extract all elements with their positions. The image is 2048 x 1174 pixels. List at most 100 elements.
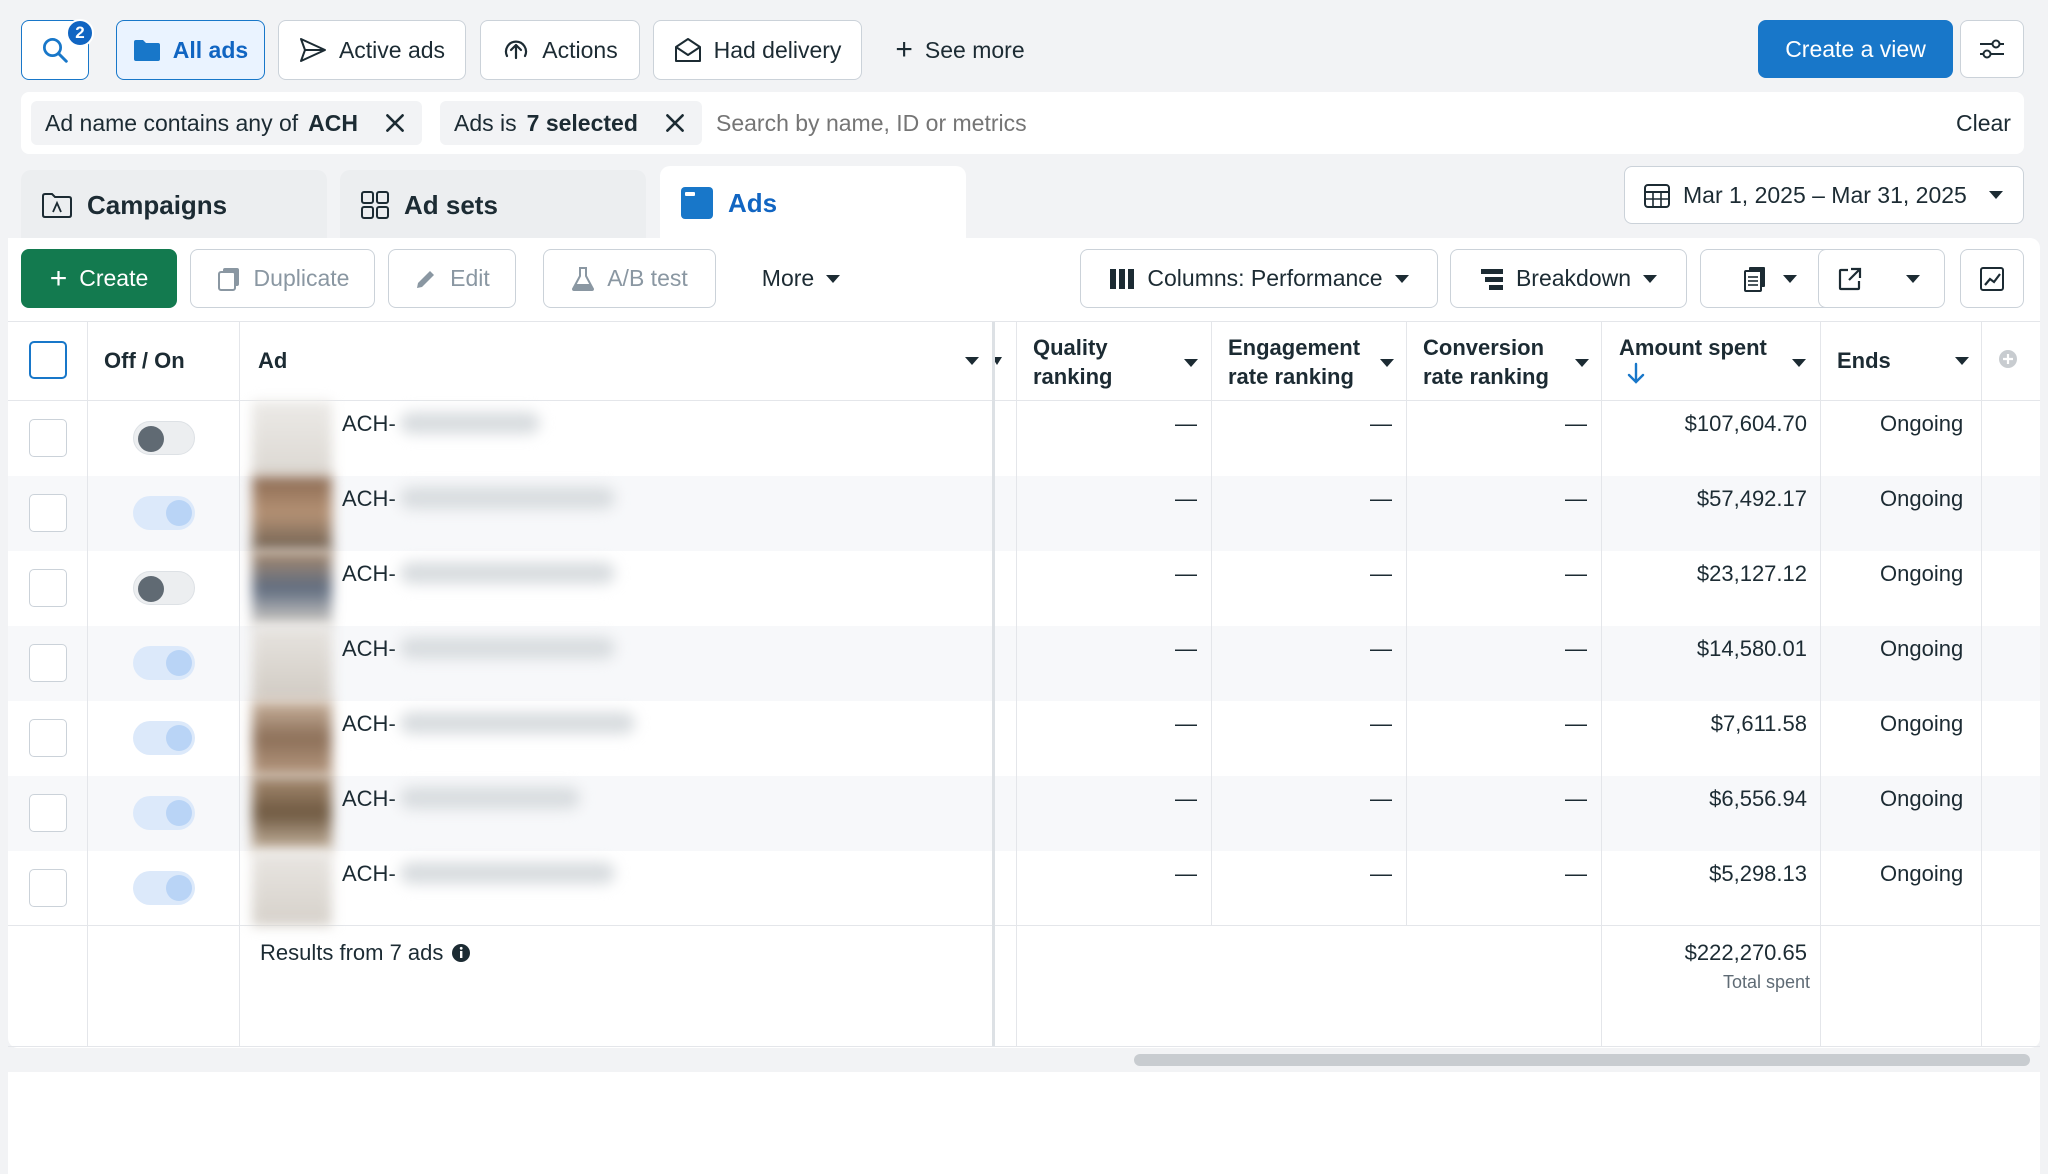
columns-dropdown[interactable]: Columns: Performance xyxy=(1080,249,1438,308)
conversion-ranking-value: — xyxy=(1565,636,1587,661)
edit-label: Edit xyxy=(450,265,490,291)
ad-status-toggle[interactable] xyxy=(133,721,195,755)
column-header-quality-ranking[interactable]: Quality ranking xyxy=(1033,333,1112,391)
ad-thumbnail xyxy=(252,401,332,476)
conversion-ranking-value: — xyxy=(1565,711,1587,736)
column-header-conversion-ranking[interactable]: Conversion rate ranking xyxy=(1423,333,1549,391)
ad-status-toggle[interactable] xyxy=(133,796,195,830)
ad-name[interactable]: ACH- xyxy=(342,411,396,437)
column-divider xyxy=(1406,322,1407,925)
ends-value: Ongoing xyxy=(1880,636,1964,661)
export-button[interactable] xyxy=(1818,249,1882,308)
quality-ranking-value: — xyxy=(1175,786,1197,811)
ad-name[interactable]: ACH- xyxy=(342,861,396,887)
column-divider xyxy=(1211,322,1212,925)
more-menu-button[interactable]: More xyxy=(738,249,864,308)
row-checkbox[interactable] xyxy=(29,494,67,532)
chevron-down-icon[interactable] xyxy=(1380,359,1394,367)
row-checkbox[interactable] xyxy=(29,794,67,832)
upload-circle-icon xyxy=(505,40,528,60)
ab-test-button[interactable]: A/B test xyxy=(543,249,716,308)
tab-campaigns[interactable]: Campaigns xyxy=(21,170,327,240)
send-icon xyxy=(299,38,326,62)
chevron-down-icon xyxy=(1643,274,1658,283)
engagement-ranking-value: — xyxy=(1370,711,1392,736)
tab-campaigns-label: Campaigns xyxy=(87,189,228,220)
results-summary: Results from 7 ads xyxy=(260,940,471,966)
search-button[interactable]: 2 xyxy=(21,19,94,80)
select-all-checkbox[interactable] xyxy=(29,341,67,379)
row-checkbox[interactable] xyxy=(29,719,67,757)
tab-ads[interactable]: Ads xyxy=(660,166,966,240)
export-options-dropdown[interactable] xyxy=(1881,249,1945,308)
export-icon xyxy=(1838,267,1862,290)
quality-ranking-value: — xyxy=(1175,486,1197,511)
create-label: Create xyxy=(79,265,149,291)
filter-chip-ad-name[interactable]: Ad name contains any of ACH xyxy=(31,101,423,145)
edit-button[interactable]: Edit xyxy=(388,249,516,308)
column-header-ends[interactable]: Ends xyxy=(1837,346,1891,375)
info-icon[interactable] xyxy=(451,943,471,963)
ad-name-redacted xyxy=(400,787,580,809)
ad-sort-icon[interactable] xyxy=(965,357,979,365)
filter-chip-ads-selected[interactable]: Ads is 7 selected xyxy=(440,101,702,145)
create-view-button[interactable]: Create a view xyxy=(1758,20,1953,78)
had-delivery-view-button[interactable]: Had delivery xyxy=(653,20,862,80)
ad-name-redacted xyxy=(400,487,615,509)
ad-name[interactable]: ACH- xyxy=(342,636,396,662)
tab-ad-sets[interactable]: Ad sets xyxy=(340,170,646,240)
create-ad-button[interactable]: + Create xyxy=(21,249,177,308)
ad-status-toggle[interactable] xyxy=(133,646,195,680)
flask-icon xyxy=(572,266,595,291)
ends-value: Ongoing xyxy=(1880,786,1964,811)
column-header-engagement-ranking[interactable]: Engagement rate ranking xyxy=(1228,333,1360,391)
all-ads-view-button[interactable]: All ads xyxy=(116,20,265,80)
row-checkbox[interactable] xyxy=(29,419,67,457)
plus-icon: + xyxy=(49,261,68,295)
row-checkbox[interactable] xyxy=(29,644,67,682)
active-ads-view-button[interactable]: Active ads xyxy=(278,20,466,80)
row-checkbox[interactable] xyxy=(29,569,67,607)
close-icon[interactable] xyxy=(662,110,688,136)
ends-value: Ongoing xyxy=(1880,411,1964,436)
view-settings-button[interactable] xyxy=(1960,20,2024,78)
engagement-ranking-value: — xyxy=(1370,861,1392,886)
row-checkbox[interactable] xyxy=(29,869,67,907)
chevron-down-icon[interactable] xyxy=(1575,359,1589,367)
quality-header-line1: Quality xyxy=(1033,335,1108,360)
duplicate-button[interactable]: Duplicate xyxy=(190,249,375,308)
conversion-ranking-value: — xyxy=(1565,411,1587,436)
ad-thumbnail xyxy=(252,626,332,701)
see-more-button[interactable]: + See more xyxy=(880,20,1040,80)
actions-view-button[interactable]: Actions xyxy=(480,20,640,80)
chevron-down-icon xyxy=(1394,274,1409,283)
ad-name[interactable]: ACH- xyxy=(342,486,396,512)
ad-status-toggle[interactable] xyxy=(133,871,195,905)
breakdown-dropdown[interactable]: Breakdown xyxy=(1450,249,1687,308)
chevron-down-icon[interactable] xyxy=(1184,359,1198,367)
ad-name[interactable]: ACH- xyxy=(342,711,396,737)
charts-button[interactable] xyxy=(1960,249,2024,308)
ad-name[interactable]: ACH- xyxy=(342,561,396,587)
horizontal-scrollbar[interactable] xyxy=(1134,1054,2030,1066)
add-column-icon[interactable] xyxy=(1998,349,2018,369)
amount-spent-value: $23,127.12 xyxy=(1696,561,1807,586)
ad-status-toggle[interactable] xyxy=(133,571,195,605)
column-header-ad[interactable]: Ad xyxy=(258,346,287,375)
amount-spent-value: $5,298.13 xyxy=(1709,861,1807,886)
clear-filters-button[interactable]: Clear xyxy=(1956,110,2011,137)
chevron-down-icon[interactable] xyxy=(1955,357,1969,365)
close-icon[interactable] xyxy=(382,110,408,136)
ad-status-toggle[interactable] xyxy=(133,496,195,530)
filter-search-input[interactable] xyxy=(716,101,1616,145)
date-range-picker[interactable]: Mar 1, 2025 – Mar 31, 2025 xyxy=(1624,166,2024,224)
amount-spent-value: $7,611.58 xyxy=(1710,711,1807,736)
column-header-off-on[interactable]: Off / On xyxy=(104,346,185,375)
ad-name-redacted xyxy=(400,562,615,584)
ad-name[interactable]: ACH- xyxy=(342,786,396,812)
engagement-header-line2: rate ranking xyxy=(1228,364,1354,389)
column-header-amount-spent[interactable]: Amount spent xyxy=(1619,333,1767,393)
chevron-down-icon[interactable] xyxy=(1792,359,1806,367)
chevron-down-icon xyxy=(1988,191,2003,199)
ad-status-toggle[interactable] xyxy=(133,421,195,455)
